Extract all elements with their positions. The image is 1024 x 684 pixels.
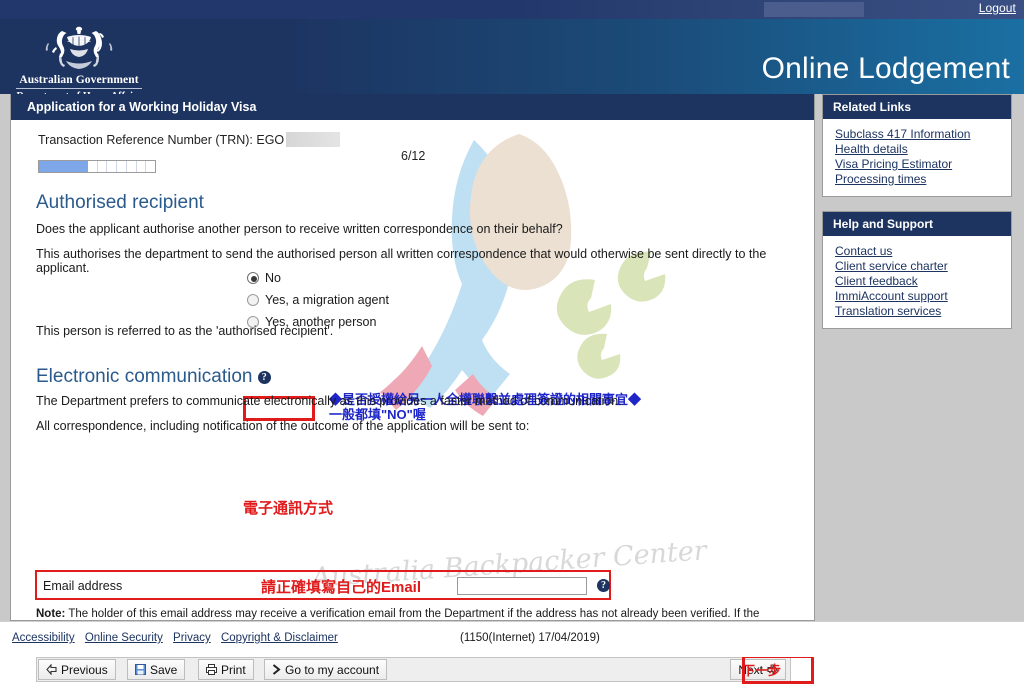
electronic-communication-paragraph-2: All correspondence, including notificati… — [36, 419, 530, 433]
progress-segment — [107, 161, 117, 172]
footer-link-privacy[interactable]: Privacy — [173, 632, 211, 644]
print-button[interactable]: Print — [198, 659, 254, 680]
footer-link-online-security[interactable]: Online Security — [85, 632, 163, 644]
annotation-red-electronic-communication: 電子通訊方式 — [243, 500, 334, 517]
footer-link-accessibility[interactable]: Accessibility — [12, 632, 75, 644]
help-icon[interactable]: ? — [597, 579, 610, 592]
progress-segment — [88, 161, 98, 172]
related-link-processing-times[interactable]: Processing times — [835, 172, 1011, 187]
help-link-immiaccount-support[interactable]: ImmiAccount support — [835, 289, 1011, 304]
radio-button-icon[interactable] — [247, 272, 259, 284]
section-heading-authorised-recipient: Authorised recipient — [36, 192, 204, 213]
progress-segment — [127, 161, 137, 172]
site-banner: Australian Government Department of Home… — [0, 19, 1024, 102]
related-link-subclass-417[interactable]: Subclass 417 Information — [835, 127, 1011, 142]
go-to-my-account-label: Go to my account — [285, 662, 380, 677]
right-sidebar: Related Links Subclass 417 Information H… — [822, 94, 1012, 343]
radio-button-icon[interactable] — [247, 294, 259, 306]
crest-divider — [16, 88, 142, 89]
chevron-right-icon — [272, 664, 281, 675]
crest-government-text: Australian Government — [19, 74, 139, 86]
page-title: Online Lodgement — [761, 52, 1010, 85]
annotation-red-email: 請正確填寫自己的Email — [261, 579, 422, 596]
radio-option-no[interactable]: No — [247, 268, 389, 288]
related-links-list: Subclass 417 Information Health details … — [823, 119, 1011, 196]
progress-segment — [48, 161, 59, 172]
electronic-communication-paragraph-1: The Department prefers to communicate el… — [36, 394, 622, 408]
user-name-redaction — [764, 2, 864, 17]
radio-label: Yes, a migration agent — [265, 293, 389, 307]
previous-button[interactable]: Previous — [38, 659, 116, 680]
authorised-recipient-question: Does the applicant authorise another per… — [36, 222, 563, 236]
progress-segment — [39, 161, 49, 172]
progress-segment — [146, 161, 155, 172]
related-link-visa-pricing-estimator[interactable]: Visa Pricing Estimator — [835, 157, 1011, 172]
save-button-label: Save — [150, 662, 178, 677]
help-and-support-list: Contact us Client service charter Client… — [823, 236, 1011, 328]
progress-segment — [78, 161, 88, 172]
progress-segment — [117, 161, 127, 172]
printer-icon — [206, 664, 217, 675]
radio-label: No — [265, 271, 281, 285]
footer-links: Accessibility Online Security Privacy Co… — [12, 632, 345, 644]
footer-link-copyright-disclaimer[interactable]: Copyright & Disclaimer — [221, 632, 338, 644]
page-footer: Accessibility Online Security Privacy Co… — [0, 621, 1024, 657]
email-address-label: Email address — [43, 579, 123, 593]
trn-label: Transaction Reference Number (TRN): EGO — [38, 133, 285, 147]
logout-link[interactable]: Logout — [979, 1, 1016, 15]
help-and-support-title: Help and Support — [823, 212, 1011, 236]
electronic-communication-heading-text: Electronic communication — [36, 366, 253, 387]
help-link-client-feedback[interactable]: Client feedback — [835, 274, 1011, 289]
annotation-red-next: 下一步 — [742, 663, 782, 678]
transaction-reference-number: Transaction Reference Number (TRN): EGO — [38, 132, 341, 147]
progress-bar — [38, 160, 156, 173]
previous-button-label: Previous — [61, 662, 108, 677]
email-input[interactable] — [457, 577, 587, 595]
arrow-left-icon — [46, 664, 57, 675]
top-utility-bar: Logout — [0, 0, 1024, 19]
section-heading-electronic-communication: Electronic communication ? — [36, 366, 271, 388]
authorised-recipient-footnote: This person is referred to as the 'autho… — [36, 324, 334, 338]
form-header: Application for a Working Holiday Visa — [11, 94, 814, 120]
related-links-panel: Related Links Subclass 417 Information H… — [822, 94, 1012, 197]
help-link-translation-services[interactable]: Translation services — [835, 304, 1011, 319]
help-icon[interactable]: ? — [257, 371, 271, 384]
progress-segment — [58, 161, 69, 172]
help-and-support-panel: Help and Support Contact us Client servi… — [822, 211, 1012, 329]
save-button[interactable]: Save — [127, 659, 186, 680]
note-label: Note: — [36, 608, 66, 620]
print-button-label: Print — [221, 662, 246, 677]
page-counter: 6/12 — [401, 149, 426, 163]
floppy-disk-icon — [135, 664, 146, 675]
main-content-panel: Application for a Working Holiday Visa A… — [10, 94, 815, 684]
progress-segment — [68, 161, 78, 172]
footer-build-info: (1150(Internet) 17/04/2019) — [460, 632, 600, 644]
progress-segment — [137, 161, 147, 172]
radio-option-migration-agent[interactable]: Yes, a migration agent — [247, 290, 389, 310]
authorised-recipient-explanation: This authorises the department to send t… — [36, 247, 767, 275]
coat-of-arms-icon — [45, 26, 113, 69]
help-link-client-service-charter[interactable]: Client service charter — [835, 259, 1011, 274]
form-button-bar: Previous Save Print Go to my account Nex… — [36, 657, 791, 682]
trn-value-redaction — [286, 132, 341, 147]
page-body: Application for a Working Holiday Visa A… — [0, 94, 1024, 684]
related-link-health-details[interactable]: Health details — [835, 142, 1011, 157]
progress-segment — [98, 161, 108, 172]
help-link-contact-us[interactable]: Contact us — [835, 244, 1011, 259]
go-to-my-account-button[interactable]: Go to my account — [264, 659, 388, 680]
related-links-title: Related Links — [823, 95, 1011, 119]
